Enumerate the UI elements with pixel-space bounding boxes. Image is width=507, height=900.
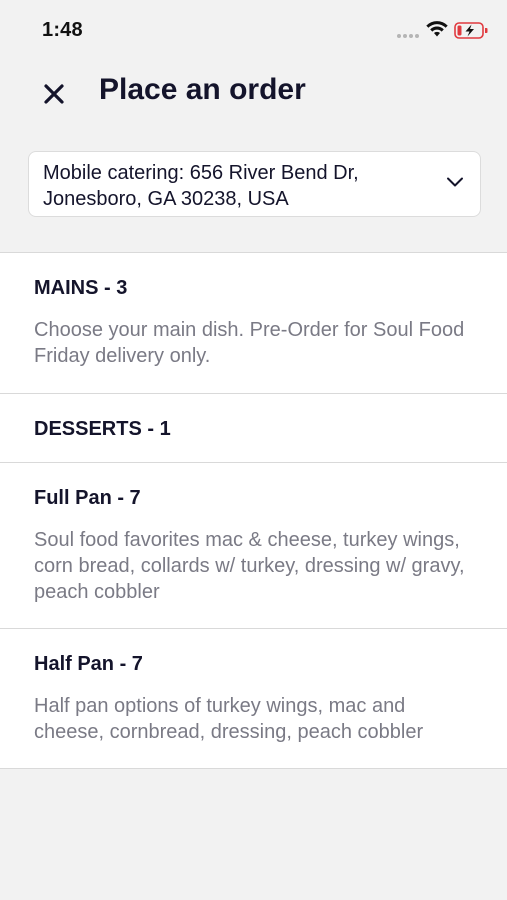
location-value: Mobile catering: 656 River Bend Dr, Jone… [43, 162, 359, 210]
menu-category-mains[interactable]: MAINS - 3 Choose your main dish. Pre-Ord… [0, 253, 507, 394]
header: Place an order [0, 58, 507, 130]
menu-category-half-pan[interactable]: Half Pan - 7 Half pan options of turkey … [0, 629, 507, 769]
category-description: Half pan options of turkey wings, mac an… [34, 695, 424, 743]
category-title: DESSERTS - 1 [34, 418, 171, 440]
wifi-icon [426, 21, 448, 37]
category-title: Full Pan - 7 [34, 487, 141, 509]
menu-category-list: MAINS - 3 Choose your main dish. Pre-Ord… [0, 252, 507, 769]
category-description: Choose your main dish. Pre-Order for Sou… [34, 319, 465, 367]
menu-category-full-pan[interactable]: Full Pan - 7 Soul food favorites mac & c… [0, 463, 507, 629]
status-bar: 1:48 [0, 0, 507, 58]
category-title: MAINS - 3 [34, 277, 128, 299]
category-description: Soul food favorites mac & cheese, turkey… [34, 529, 465, 603]
page-title: Place an order [99, 73, 306, 106]
close-icon [44, 84, 64, 104]
close-button[interactable] [36, 76, 72, 112]
battery-charging-icon [454, 22, 488, 39]
menu-category-desserts[interactable]: DESSERTS - 1 [0, 394, 507, 463]
location-select[interactable]: Mobile catering: 656 River Bend Dr, Jone… [28, 151, 481, 217]
chevron-down-icon [447, 177, 463, 187]
category-title: Half Pan - 7 [34, 653, 143, 675]
status-time: 1:48 [42, 19, 83, 41]
cellular-signal-icon [397, 34, 421, 38]
